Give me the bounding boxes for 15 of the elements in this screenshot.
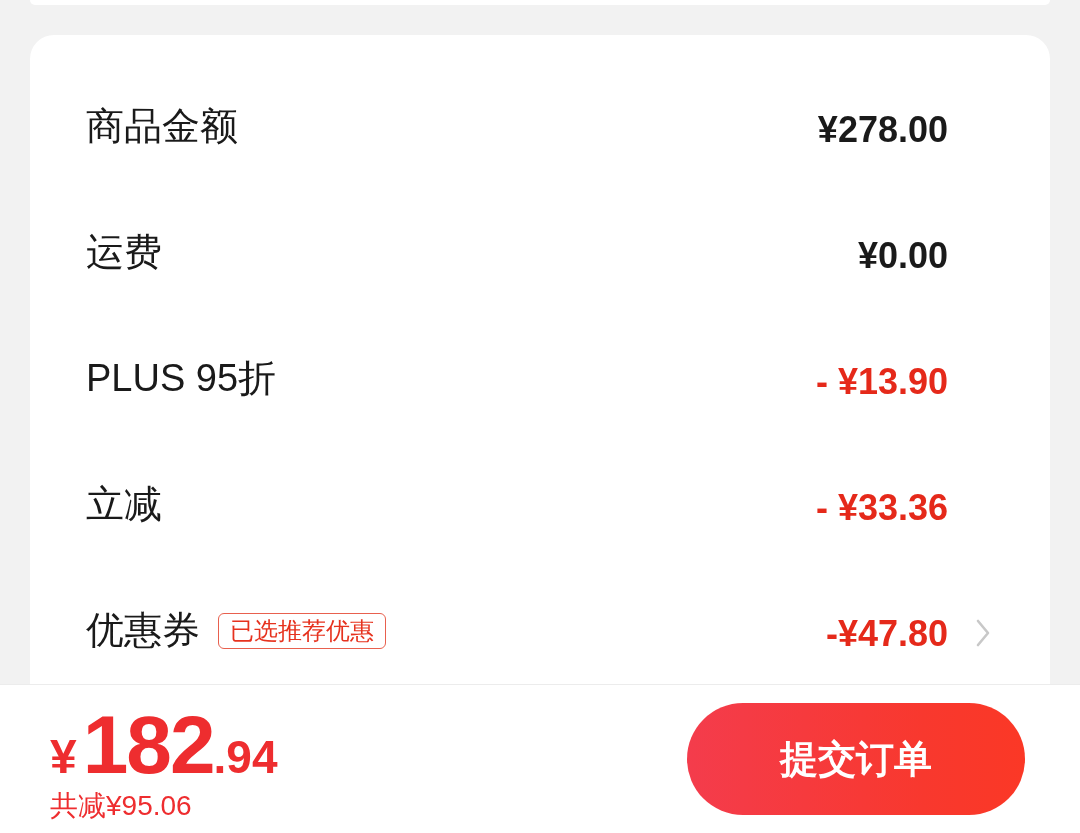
fee-label: 商品金额 bbox=[86, 104, 238, 150]
submit-order-button[interactable]: 提交订单 bbox=[687, 703, 1025, 815]
fee-label: 优惠券 bbox=[86, 608, 200, 654]
fee-amount: ¥278.00 bbox=[817, 108, 948, 152]
fee-label: 立减 bbox=[86, 482, 162, 528]
chevron-right-icon[interactable] bbox=[976, 619, 990, 647]
fee-amount: - ¥13.90 bbox=[815, 360, 948, 404]
recommended-coupon-tag: 已选推荐优惠 bbox=[218, 613, 386, 649]
fee-amount: - ¥33.36 bbox=[815, 486, 948, 530]
total-savings: 共减¥95.06 bbox=[50, 788, 193, 823]
total-price: ¥182.94 bbox=[50, 703, 278, 786]
fee-label: 运费 bbox=[86, 230, 162, 276]
fee-amount: ¥0.00 bbox=[857, 234, 948, 278]
fee-amount: -¥47.80 bbox=[825, 612, 948, 656]
fee-label: PLUS 95折 bbox=[86, 356, 277, 402]
